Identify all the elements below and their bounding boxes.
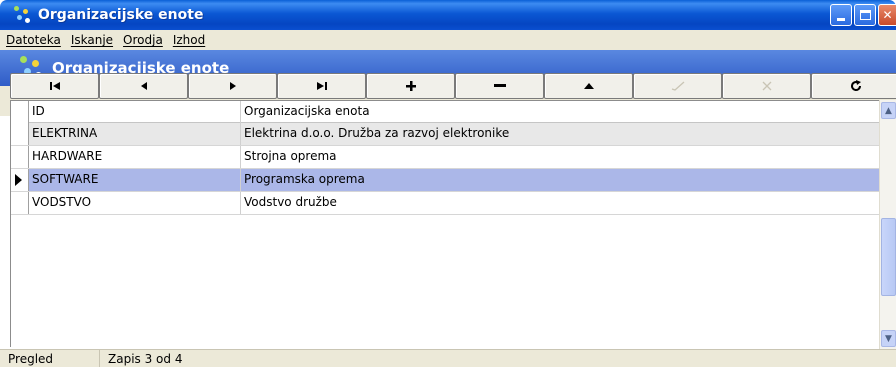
first-record-button[interactable] [10,73,99,99]
minus-icon [493,84,506,87]
grid-header: ID Organizacijska enota [11,101,883,123]
menu-iskanje[interactable]: Iskanje [71,33,113,47]
window-controls: ✕ [830,4,896,26]
data-grid[interactable]: ID Organizacijska enota ELEKTRINA Elektr… [10,100,896,347]
refresh-button[interactable] [811,73,896,99]
plus-icon [405,81,416,91]
current-row-arrow-icon [15,174,22,186]
column-header-name[interactable]: Organizacijska enota [241,101,883,123]
refresh-icon [850,80,861,91]
next-record-button[interactable] [188,73,277,99]
scroll-down-button[interactable]: ▼ [881,330,896,347]
next-icon [229,82,236,90]
vertical-scrollbar[interactable]: ▲ ▼ [879,100,896,349]
edit-record-button[interactable] [544,73,633,99]
cell-name[interactable]: Vodstvo družbe [241,192,883,214]
prior-record-button[interactable] [99,73,188,99]
table-row[interactable]: ELEKTRINA Elektrina d.o.o. Družba za raz… [11,123,883,146]
last-icon [316,82,327,90]
menu-orodja[interactable]: Orodja [123,33,163,47]
cell-id[interactable]: VODSTVO [29,192,241,214]
row-indicator [11,192,29,214]
cell-name[interactable]: Strojna oprema [241,146,883,168]
last-record-button[interactable] [277,73,366,99]
db-navigator [10,73,896,99]
title-bar[interactable]: Organizacijske enote ✕ [0,0,896,30]
close-icon: ✕ [882,8,893,22]
row-indicator [11,146,29,168]
maximize-icon [860,10,871,20]
window-title: Organizacijske enote [38,7,204,23]
scroll-thumb[interactable] [881,218,896,296]
cell-id[interactable]: ELEKTRINA [29,123,241,145]
minimize-button[interactable] [830,4,852,26]
close-button[interactable]: ✕ [878,4,896,26]
table-row[interactable]: VODSTVO Vodstvo družbe [11,192,883,215]
up-triangle-icon [583,83,594,89]
chevron-up-icon: ▲ [885,105,892,116]
insert-record-button[interactable] [366,73,455,99]
first-icon [49,82,60,90]
cell-name[interactable]: Programska oprema [241,169,883,191]
org-units-icon [14,6,32,24]
menu-bar: Datoteka Iskanje Orodja Izhod [0,30,896,50]
cell-id[interactable]: HARDWARE [29,146,241,168]
post-record-button[interactable] [633,73,722,99]
status-mode: Pregled [0,350,100,367]
header-indicator-cell [11,101,29,123]
prior-icon [140,82,147,90]
check-icon [671,81,684,91]
table-row[interactable]: HARDWARE Strojna oprema [11,146,883,169]
status-bar: Pregled Zapis 3 od 4 [0,349,896,367]
delete-record-button[interactable] [455,73,544,99]
minimize-icon [837,18,845,21]
menu-datoteka[interactable]: Datoteka [6,33,61,47]
chevron-down-icon: ▼ [885,333,892,344]
row-indicator [11,169,29,191]
scroll-up-button[interactable]: ▲ [881,102,896,119]
table-row-selected[interactable]: SOFTWARE Programska oprema [11,169,883,192]
column-header-id[interactable]: ID [29,101,241,123]
status-record: Zapis 3 od 4 [108,352,183,366]
menu-izhod[interactable]: Izhod [173,33,205,47]
maximize-button[interactable] [854,4,876,26]
row-indicator [11,123,29,145]
cancel-icon [762,81,771,91]
cancel-record-button[interactable] [722,73,811,99]
cell-name[interactable]: Elektrina d.o.o. Družba za razvoj elektr… [241,123,883,145]
cell-id[interactable]: SOFTWARE [29,169,241,191]
